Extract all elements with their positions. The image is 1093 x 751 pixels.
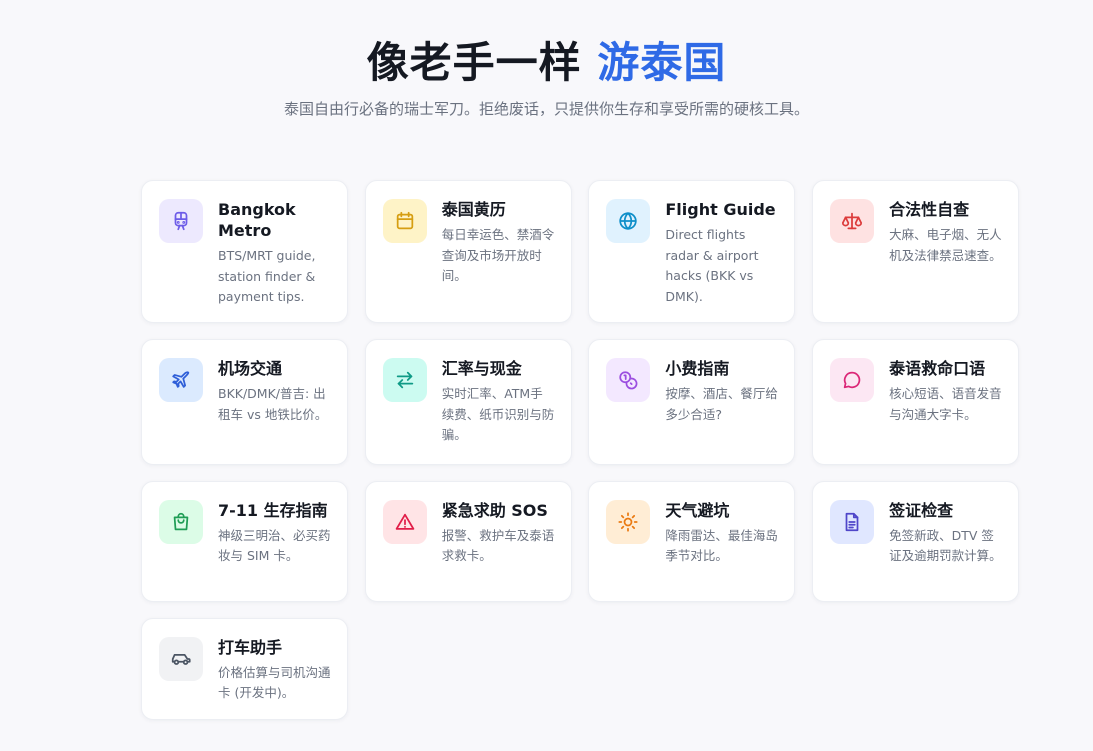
tool-desc: 报警、救护车及泰语求救卡。 xyxy=(441,527,555,564)
tool-title: 泰国黄历 xyxy=(441,200,506,219)
tool-desc: Direct flights radar & airport hacks (BK… xyxy=(665,227,759,304)
tool-card-flight-guide[interactable]: Flight Guide Direct flights radar & airp… xyxy=(588,180,796,323)
tool-title: 7-11 生存指南 xyxy=(218,500,328,520)
tool-desc: 按摩、酒店、餐厅给多少合适? xyxy=(665,386,778,422)
tool-title: 打车助手 xyxy=(218,637,283,657)
tool-card-airport-transport[interactable]: 机场交通 BKK/DMK/普吉: 出租车 vs 地铁比价。 xyxy=(141,339,348,465)
tool-card-thai-almanac[interactable]: 泰国黄历 每日幸运色、禁酒令查询及市场开放时间。 xyxy=(364,180,572,323)
tool-desc: 核心短语、语音发音与沟通大字卡。 xyxy=(889,386,1002,422)
tool-card-legality-check[interactable]: 合法性自查 大麻、电子烟、无人机及法律禁忌速查。 xyxy=(812,180,1020,323)
tool-desc: 降雨雷达、最佳海岛季节对比。 xyxy=(665,527,778,564)
tool-title: 泰语救命口语 xyxy=(889,359,986,378)
alert-triangle-icon xyxy=(382,499,427,544)
tool-card-visa-check[interactable]: 签证检查 免签新政、DTV 签证及逾期罚款计算。 xyxy=(812,480,1020,602)
document-icon xyxy=(830,499,875,544)
tool-title: 小费指南 xyxy=(665,359,730,378)
page-subtitle: 泰国自由行必备的瑞士军刀。拒绝废话，只提供你生存和享受所需的硬核工具。 xyxy=(283,100,809,118)
tool-title: 合法性自查 xyxy=(889,200,970,219)
tool-title: 机场交通 xyxy=(218,359,283,378)
tool-card-thai-phrases[interactable]: 泰语救命口语 核心短语、语音发音与沟通大字卡。 xyxy=(812,339,1020,465)
tool-card-exchange-rate[interactable]: 汇率与现金 实时汇率、ATM手续费、纸币识别与防骗。 xyxy=(364,339,572,465)
car-icon xyxy=(159,636,203,681)
train-icon xyxy=(159,199,203,243)
tool-card-tipping-guide[interactable]: 小费指南 按摩、酒店、餐厅给多少合适? xyxy=(588,339,796,465)
tool-desc: 大麻、电子烟、无人机及法律禁忌速查。 xyxy=(889,227,1002,263)
calendar-icon xyxy=(382,199,427,243)
tool-title: Bangkok Metro xyxy=(218,200,296,240)
tool-card-taxi-helper[interactable]: 打车助手 价格估算与司机沟通卡 (开发中)。 xyxy=(141,617,348,720)
title-main: 像老手一样 xyxy=(366,38,582,87)
tool-title: 紧急求助 SOS xyxy=(441,500,548,520)
scale-icon xyxy=(830,199,875,243)
tool-desc: BTS/MRT guide, station finder & payment … xyxy=(218,248,316,304)
tool-desc: 每日幸运色、禁酒令查询及市场开放时间。 xyxy=(441,227,555,283)
tool-desc: 免签新政、DTV 签证及逾期罚款计算。 xyxy=(889,527,1002,564)
page-title: 像老手一样 游泰国 xyxy=(0,36,1093,90)
globe-icon xyxy=(606,199,651,243)
tools-grid: Bangkok Metro BTS/MRT guide, station fin… xyxy=(141,180,1020,720)
title-accent: 游泰国 xyxy=(597,38,727,87)
plane-icon xyxy=(159,358,203,402)
tool-card-weather[interactable]: 天气避坑 降雨雷达、最佳海岛季节对比。 xyxy=(588,480,796,602)
chat-icon xyxy=(830,358,875,402)
tool-desc: 实时汇率、ATM手续费、纸币识别与防骗。 xyxy=(441,386,555,442)
tool-card-emergency-sos[interactable]: 紧急求助 SOS 报警、救护车及泰语求救卡。 xyxy=(364,480,572,602)
shopping-bag-icon xyxy=(159,499,203,544)
coins-icon xyxy=(606,358,651,402)
tool-card-7-11-guide[interactable]: 7-11 生存指南 神级三明治、必买药妆与 SIM 卡。 xyxy=(141,480,348,602)
tool-title: 签证检查 xyxy=(889,500,954,520)
tool-card-bangkok-metro[interactable]: Bangkok Metro BTS/MRT guide, station fin… xyxy=(141,180,348,323)
tool-title: 天气避坑 xyxy=(665,500,730,520)
tool-desc: 价格估算与司机沟通卡 (开发中)。 xyxy=(218,664,331,701)
tool-title: 汇率与现金 xyxy=(441,359,522,378)
tool-desc: 神级三明治、必买药妆与 SIM 卡。 xyxy=(218,527,331,564)
hero: 像老手一样 游泰国 泰国自由行必备的瑞士军刀。拒绝废话，只提供你生存和享受所需的… xyxy=(0,36,1093,119)
sun-icon xyxy=(606,499,651,544)
exchange-icon xyxy=(382,358,427,402)
tool-title: Flight Guide xyxy=(665,200,776,219)
tool-desc: BKK/DMK/普吉: 出租车 vs 地铁比价。 xyxy=(218,386,328,422)
